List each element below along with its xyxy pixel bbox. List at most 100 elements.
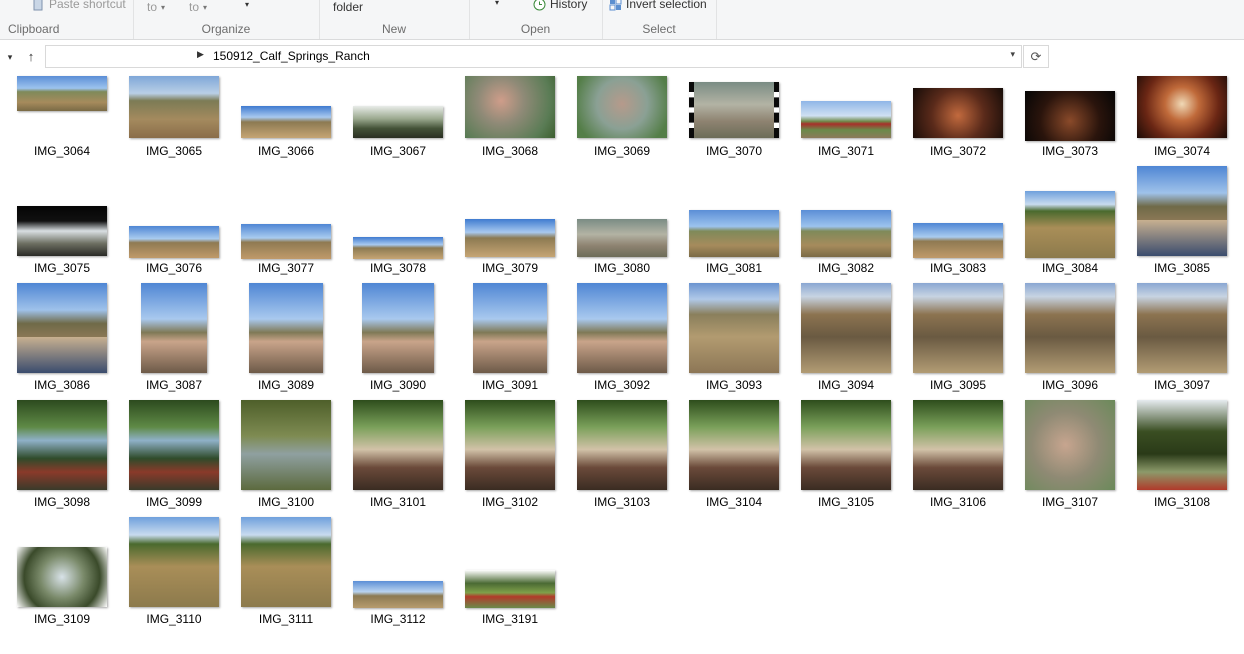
invert-selection-button[interactable]: Invert selection bbox=[609, 0, 707, 11]
file-item[interactable]: IMG_3068 bbox=[454, 74, 566, 186]
image-thumbnail[interactable] bbox=[1025, 191, 1115, 258]
image-thumbnail[interactable] bbox=[241, 400, 331, 490]
image-thumbnail[interactable] bbox=[465, 570, 555, 608]
refresh-icon[interactable]: ⟳ bbox=[1023, 45, 1049, 68]
file-item[interactable]: IMG_3112 bbox=[342, 542, 454, 654]
image-thumbnail[interactable] bbox=[801, 283, 891, 373]
image-thumbnail[interactable] bbox=[129, 400, 219, 490]
file-name-label: IMG_3095 bbox=[929, 378, 987, 392]
image-thumbnail[interactable] bbox=[241, 224, 331, 259]
file-name-label: IMG_3084 bbox=[1041, 261, 1099, 275]
file-name-label: IMG_3102 bbox=[481, 495, 539, 509]
file-item[interactable]: IMG_3110 bbox=[118, 517, 230, 654]
file-item[interactable]: IMG_3101 bbox=[342, 400, 454, 537]
file-item[interactable]: IMG_3103 bbox=[566, 400, 678, 537]
image-thumbnail[interactable] bbox=[689, 400, 779, 490]
file-item[interactable]: IMG_3102 bbox=[454, 400, 566, 537]
image-thumbnail[interactable] bbox=[249, 283, 323, 373]
delete-dropdown-button[interactable]: ▾ bbox=[245, 0, 249, 9]
image-thumbnail[interactable] bbox=[689, 210, 779, 257]
image-thumbnail[interactable] bbox=[913, 283, 1003, 373]
address-dropdown-icon[interactable]: ▾ bbox=[1010, 49, 1015, 60]
image-thumbnail[interactable] bbox=[473, 283, 547, 373]
image-thumbnail[interactable] bbox=[577, 283, 667, 373]
open-dropdown-button[interactable]: ▾ bbox=[495, 0, 499, 7]
image-thumbnail[interactable] bbox=[1025, 400, 1115, 490]
image-thumbnail[interactable] bbox=[17, 283, 107, 373]
copy-to-button[interactable]: to ▾ bbox=[189, 0, 207, 14]
file-item[interactable]: IMG_3107 bbox=[1014, 400, 1126, 537]
history-button[interactable]: History bbox=[533, 0, 587, 11]
image-thumbnail[interactable] bbox=[17, 76, 107, 111]
image-thumbnail[interactable] bbox=[129, 226, 219, 258]
file-name-label: IMG_3070 bbox=[705, 144, 763, 158]
file-item[interactable]: IMG_3104 bbox=[678, 400, 790, 537]
file-item[interactable]: IMG_3065 bbox=[118, 74, 230, 186]
file-item[interactable]: IMG_3191 bbox=[454, 542, 566, 654]
video-thumbnail[interactable] bbox=[689, 82, 779, 138]
file-item[interactable]: IMG_3064 bbox=[6, 74, 118, 186]
image-thumbnail[interactable] bbox=[913, 88, 1003, 138]
image-thumbnail[interactable] bbox=[801, 210, 891, 257]
file-item[interactable]: IMG_3098 bbox=[6, 400, 118, 537]
select-group: Invert selection Select bbox=[602, 0, 717, 39]
image-thumbnail[interactable] bbox=[1137, 283, 1227, 373]
image-thumbnail[interactable] bbox=[577, 76, 667, 138]
image-thumbnail[interactable] bbox=[577, 400, 667, 490]
file-name-label: IMG_3106 bbox=[929, 495, 987, 509]
file-item[interactable]: IMG_3070 bbox=[678, 74, 790, 186]
image-thumbnail[interactable] bbox=[801, 400, 891, 490]
paste-shortcut-button[interactable]: Paste shortcut bbox=[32, 0, 126, 11]
image-thumbnail[interactable] bbox=[801, 101, 891, 138]
image-thumbnail[interactable] bbox=[1025, 91, 1115, 141]
image-thumbnail[interactable] bbox=[913, 400, 1003, 490]
image-thumbnail[interactable] bbox=[465, 400, 555, 490]
image-thumbnail[interactable] bbox=[689, 283, 779, 373]
image-thumbnail[interactable] bbox=[17, 547, 107, 607]
image-thumbnail[interactable] bbox=[129, 76, 219, 138]
new-folder-button[interactable]: folder bbox=[333, 0, 363, 14]
image-thumbnail[interactable] bbox=[353, 237, 443, 259]
file-item[interactable]: IMG_3069 bbox=[566, 74, 678, 186]
file-name-label: IMG_3069 bbox=[593, 144, 651, 158]
file-name-label: IMG_3080 bbox=[593, 261, 651, 275]
image-thumbnail[interactable] bbox=[241, 517, 331, 607]
image-thumbnail[interactable] bbox=[241, 106, 331, 138]
file-name-label: IMG_3100 bbox=[257, 495, 315, 509]
image-thumbnail[interactable] bbox=[362, 283, 434, 373]
file-item[interactable]: IMG_3072 bbox=[902, 74, 1014, 186]
file-item[interactable]: IMG_3106 bbox=[902, 400, 1014, 537]
file-name-label: IMG_3075 bbox=[33, 261, 91, 275]
image-thumbnail[interactable] bbox=[17, 206, 107, 256]
file-item[interactable]: IMG_3111 bbox=[230, 517, 342, 654]
image-thumbnail[interactable] bbox=[141, 283, 207, 373]
image-thumbnail[interactable] bbox=[1137, 76, 1227, 138]
up-arrow-icon[interactable]: ↑ bbox=[22, 47, 40, 67]
file-item[interactable]: IMG_3073 bbox=[1014, 74, 1126, 186]
image-thumbnail[interactable] bbox=[465, 76, 555, 138]
file-item[interactable]: IMG_3109 bbox=[6, 542, 118, 654]
file-item[interactable]: IMG_3105 bbox=[790, 400, 902, 537]
file-item[interactable]: IMG_3066 bbox=[230, 74, 342, 186]
new-group-label: New bbox=[381, 22, 406, 36]
image-thumbnail[interactable] bbox=[353, 581, 443, 608]
image-thumbnail[interactable] bbox=[353, 106, 443, 138]
image-thumbnail[interactable] bbox=[1025, 283, 1115, 373]
image-thumbnail[interactable] bbox=[17, 400, 107, 490]
address-bar[interactable]: ▶ 150912_Calf_Springs_Ranch ▾ bbox=[45, 45, 1022, 68]
image-thumbnail[interactable] bbox=[1137, 166, 1227, 256]
file-item[interactable]: IMG_3108 bbox=[1126, 400, 1238, 537]
move-to-button[interactable]: to ▾ bbox=[147, 0, 165, 14]
image-thumbnail[interactable] bbox=[353, 400, 443, 490]
breadcrumb-current-folder[interactable]: 150912_Calf_Springs_Ranch bbox=[213, 49, 370, 63]
file-name-label: IMG_3085 bbox=[1153, 261, 1211, 275]
recent-locations-dropdown[interactable]: ▾ bbox=[1, 47, 19, 67]
image-thumbnail[interactable] bbox=[1137, 400, 1227, 490]
file-item[interactable]: IMG_3071 bbox=[790, 74, 902, 186]
file-name-label: IMG_3097 bbox=[1153, 378, 1211, 392]
file-item[interactable]: IMG_3067 bbox=[342, 74, 454, 186]
image-thumbnail[interactable] bbox=[913, 223, 1003, 258]
image-thumbnail[interactable] bbox=[465, 219, 555, 257]
image-thumbnail[interactable] bbox=[129, 517, 219, 607]
image-thumbnail[interactable] bbox=[577, 219, 667, 257]
